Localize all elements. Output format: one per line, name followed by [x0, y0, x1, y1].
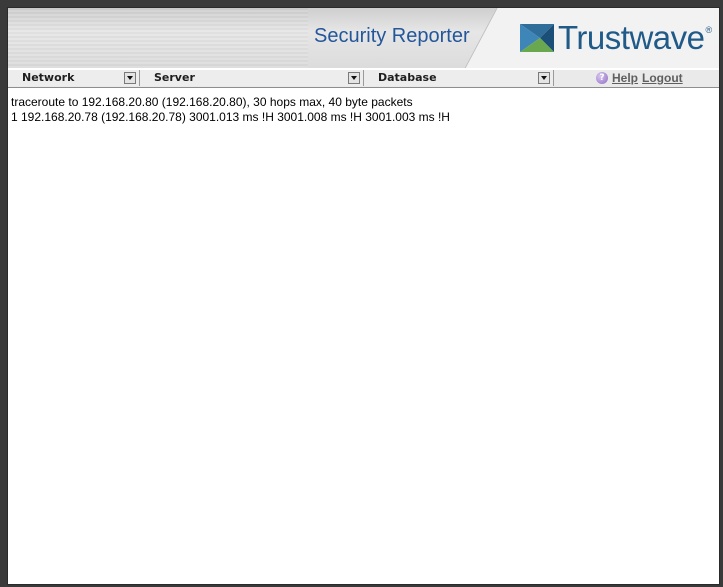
traceroute-output: traceroute to 192.168.20.80 (192.168.20.…: [11, 95, 715, 125]
registered-mark: ®: [705, 25, 713, 35]
brand-name: Trustwave: [558, 19, 705, 56]
chevron-down-icon[interactable]: [538, 72, 550, 84]
help-link[interactable]: Help: [612, 71, 638, 85]
help-icon[interactable]: ?: [596, 72, 608, 84]
chevron-down-icon[interactable]: [124, 72, 136, 84]
header-links: ? Help Logout: [596, 70, 687, 86]
brand-logo: Trustwave ®: [520, 16, 712, 60]
output-line: 1 192.168.20.78 (192.168.20.78) 3001.013…: [11, 110, 450, 124]
database-menu[interactable]: Database: [364, 70, 554, 86]
network-menu[interactable]: Network: [8, 70, 140, 86]
database-menu-label: Database: [378, 71, 437, 84]
header-banner: Security Reporter Trustwave ®: [8, 8, 719, 68]
header-texture: [8, 8, 308, 68]
logout-link[interactable]: Logout: [642, 71, 683, 85]
server-menu[interactable]: Server: [140, 70, 364, 86]
app-window: Security Reporter Trustwave ® Network Se…: [7, 7, 720, 585]
trustwave-logo-icon: [520, 24, 554, 52]
output-line: traceroute to 192.168.20.80 (192.168.20.…: [11, 95, 413, 109]
server-menu-label: Server: [154, 71, 195, 84]
menu-bar: Network Server Database ? Help Logout: [8, 69, 719, 88]
app-title: Security Reporter: [314, 25, 470, 47]
network-menu-label: Network: [22, 71, 75, 84]
chevron-down-icon[interactable]: [348, 72, 360, 84]
